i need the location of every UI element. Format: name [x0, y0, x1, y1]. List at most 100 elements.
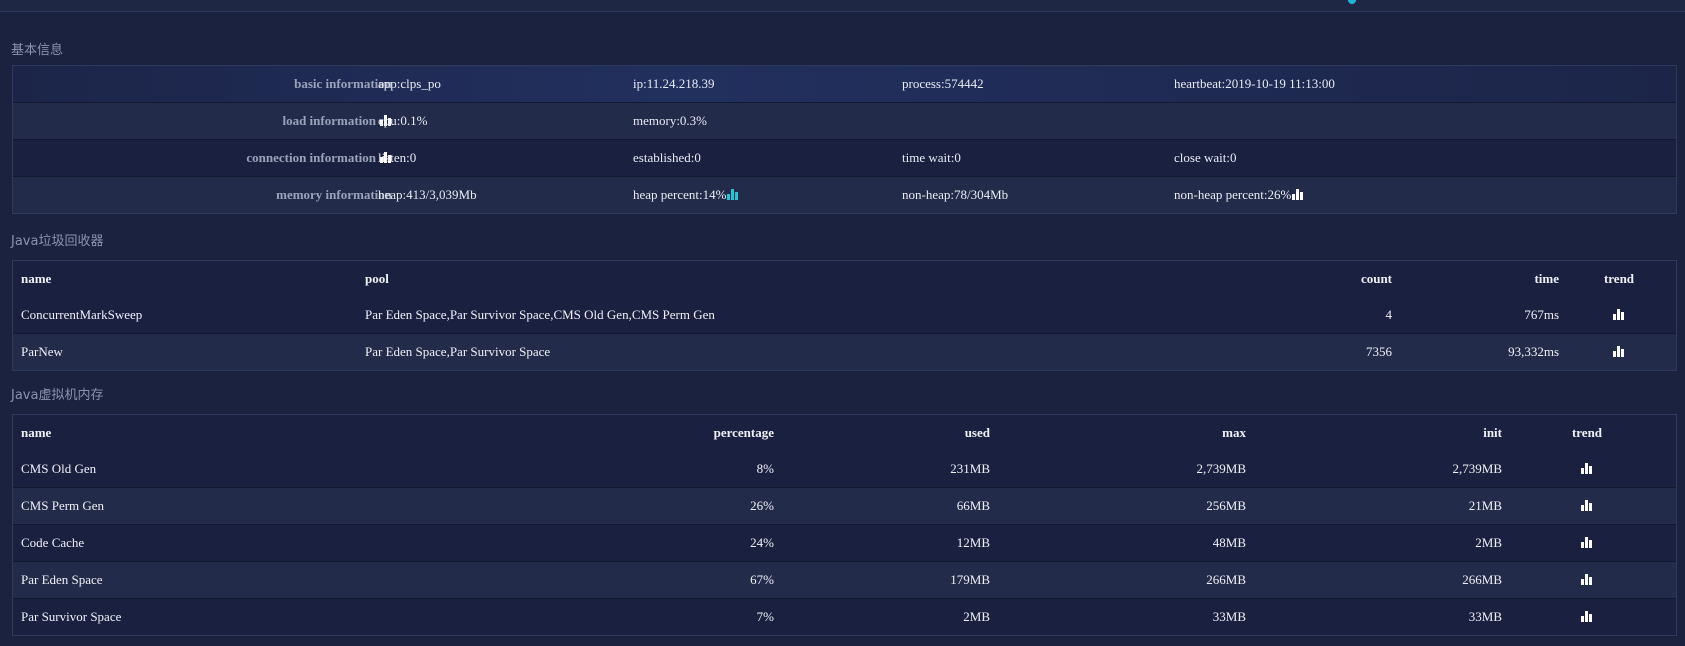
- bar-chart-icon[interactable]: [1581, 500, 1593, 511]
- gc-name: ConcurrentMarkSweep: [21, 307, 143, 322]
- cpu-value: cpu:0.1%: [378, 113, 428, 128]
- process-value: process:574442: [902, 76, 984, 91]
- status-indicator: [1348, 0, 1356, 4]
- bar-chart-icon[interactable]: [1581, 463, 1593, 474]
- mem-header-init: init: [1483, 425, 1502, 440]
- section-title-basic-info: 基本信息: [11, 43, 64, 58]
- established-value: established:0: [633, 150, 701, 165]
- table-row: Code Cache 24% 12MB 48MB 2MB: [13, 525, 1676, 562]
- bar-chart-icon[interactable]: [1581, 537, 1593, 548]
- mem-trend-cell: [1567, 525, 1607, 561]
- mem-trend-cell: [1567, 451, 1607, 487]
- mem-name: Code Cache: [21, 535, 85, 550]
- gc-pool: Par Eden Space,Par Survivor Space: [365, 344, 551, 359]
- mem-header-name: name: [21, 425, 52, 440]
- table-row: ConcurrentMarkSweep Par Eden Space,Par S…: [13, 297, 1676, 334]
- mem-init: 33MB: [1468, 609, 1502, 624]
- gc-header-name: name: [21, 271, 52, 286]
- mem-max: 266MB: [1206, 572, 1246, 587]
- gc-header-trend: trend: [1603, 271, 1635, 286]
- mem-init: 2MB: [1475, 535, 1502, 550]
- heap-percent-value: heap percent:14%: [633, 187, 727, 202]
- heap-percent-trend-icon[interactable]: [727, 189, 739, 200]
- mem-init: 2,739MB: [1452, 461, 1502, 476]
- memory-information-label: memory information: [276, 187, 392, 202]
- section-title-jvm-memory: Java虚拟机内存: [11, 388, 104, 403]
- connection-information-label: connection information: [246, 140, 392, 176]
- mem-header-max: max: [1222, 425, 1246, 440]
- gc-time: 93,332ms: [1508, 344, 1559, 359]
- mem-init: 266MB: [1462, 572, 1502, 587]
- mem-trend-cell: [1567, 599, 1607, 635]
- mem-table-header: name percentage used max init trend: [13, 415, 1676, 451]
- mem-name: Par Eden Space: [21, 572, 103, 587]
- gc-header-time: time: [1534, 271, 1559, 286]
- non-heap-percent-trend-icon[interactable]: [1292, 189, 1304, 200]
- non-heap-percent-cell: non-heap percent:26%: [1174, 177, 1304, 213]
- memory-load-value: memory:0.3%: [633, 113, 708, 128]
- heap-percent-cell: heap percent:14%: [633, 177, 739, 213]
- mem-max: 256MB: [1206, 498, 1246, 513]
- gc-name: ParNew: [21, 344, 63, 359]
- gc-trend-cell: [1599, 297, 1639, 333]
- table-row: Par Survivor Space 7% 2MB 33MB 33MB: [13, 599, 1676, 635]
- section-title-gc: Java垃圾回收器: [11, 234, 104, 249]
- gc-trend-cell: [1599, 334, 1639, 370]
- mem-name: CMS Perm Gen: [21, 498, 105, 513]
- mem-trend-cell: [1567, 488, 1607, 524]
- non-heap-value: non-heap:78/304Mb: [902, 187, 1009, 202]
- table-row: CMS Old Gen 8% 231MB 2,739MB 2,739MB: [13, 451, 1676, 488]
- mem-header-trend: trend: [1571, 425, 1603, 440]
- mem-used: 179MB: [950, 572, 990, 587]
- top-bar: [0, 0, 1685, 12]
- app-value: app:clps_po: [378, 76, 441, 91]
- listen-value: listen:0: [378, 150, 417, 165]
- mem-used: 231MB: [950, 461, 990, 476]
- mem-used: 66MB: [956, 498, 990, 513]
- gc-table: name pool count time trend ConcurrentMar…: [12, 260, 1677, 371]
- heap-value: heap:413/3,039Mb: [378, 187, 477, 202]
- mem-used: 2MB: [963, 609, 990, 624]
- mem-percentage: 24%: [750, 535, 774, 550]
- connection-information-row: connection information listen:0 establis…: [13, 140, 1676, 177]
- mem-percentage: 8%: [756, 461, 774, 476]
- mem-percentage: 67%: [750, 572, 774, 587]
- ip-value: ip:11.24.218.39: [633, 76, 715, 91]
- table-row: ParNew Par Eden Space,Par Survivor Space…: [13, 334, 1676, 370]
- basic-information-row: basic information app:clps_po ip:11.24.2…: [13, 66, 1676, 103]
- load-information-row: load information cpu:0.1% memory:0.3%: [13, 103, 1676, 140]
- gc-header-count: count: [1360, 271, 1392, 286]
- bar-chart-icon[interactable]: [1613, 309, 1625, 320]
- gc-count: 7356: [1366, 344, 1392, 359]
- load-information-label: load information: [282, 103, 392, 139]
- mem-header-percentage: percentage: [713, 425, 774, 440]
- mem-trend-cell: [1567, 562, 1607, 598]
- memory-information-row: memory information heap:413/3,039Mb heap…: [13, 177, 1676, 213]
- bar-chart-icon[interactable]: [1581, 611, 1593, 622]
- heartbeat-value: heartbeat:2019-10-19 11:13:00: [1174, 76, 1335, 91]
- connection-information-text: connection information: [246, 150, 376, 165]
- gc-count: 4: [1385, 307, 1393, 322]
- mem-percentage: 26%: [750, 498, 774, 513]
- gc-time: 767ms: [1524, 307, 1559, 322]
- mem-used: 12MB: [956, 535, 990, 550]
- gc-table-header: name pool count time trend: [13, 261, 1676, 297]
- jvm-memory-table: name percentage used max init trend CMS …: [12, 414, 1677, 636]
- non-heap-percent-value: non-heap percent:26%: [1174, 187, 1292, 202]
- bar-chart-icon[interactable]: [1613, 346, 1625, 357]
- table-row: CMS Perm Gen 26% 66MB 256MB 21MB: [13, 488, 1676, 525]
- mem-percentage: 7%: [756, 609, 774, 624]
- time-wait-value: time wait:0: [902, 150, 961, 165]
- gc-pool: Par Eden Space,Par Survivor Space,CMS Ol…: [365, 307, 715, 322]
- mem-max: 33MB: [1212, 609, 1246, 624]
- table-row: Par Eden Space 67% 179MB 266MB 266MB: [13, 562, 1676, 599]
- mem-header-used: used: [964, 425, 990, 440]
- load-information-text: load information: [282, 113, 376, 128]
- mem-max: 2,739MB: [1196, 461, 1246, 476]
- mem-name: Par Survivor Space: [21, 609, 122, 624]
- bar-chart-icon[interactable]: [1581, 574, 1593, 585]
- gc-header-pool: pool: [365, 271, 389, 286]
- mem-name: CMS Old Gen: [21, 461, 97, 476]
- close-wait-value: close wait:0: [1174, 150, 1237, 165]
- basic-info-panel: basic information app:clps_po ip:11.24.2…: [12, 65, 1677, 214]
